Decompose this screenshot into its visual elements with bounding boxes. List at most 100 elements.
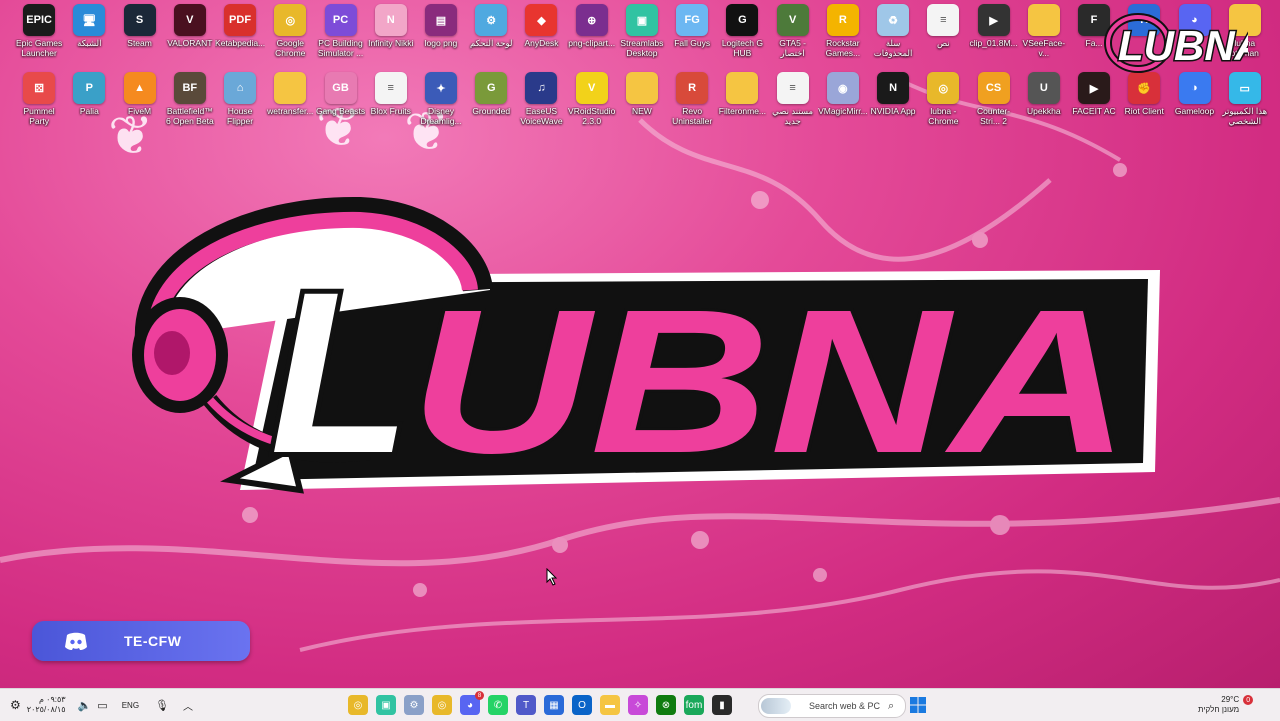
app-badge: 8 — [475, 691, 484, 700]
desktop-icon-label: Gang Beasts — [315, 107, 366, 116]
weather-widget[interactable]: 29°C מעונן חלקית 0 — [1198, 689, 1254, 721]
desktop-icon[interactable]: ◉ VMagicMirr... — [818, 72, 868, 127]
search-highlight-image — [761, 698, 791, 714]
desktop-icon[interactable]: ▣ Streamlabs Desktop — [617, 4, 667, 59]
desktop-icon[interactable]: GB Gang Beasts — [315, 72, 365, 127]
disney-icon: ✦ — [424, 72, 457, 104]
desktop-icon-label: الشبكة — [77, 39, 102, 48]
upekkha-icon: U — [1027, 72, 1060, 104]
chevron-up-icon[interactable]: ︿ — [183, 698, 193, 713]
desktop-icon[interactable]: ◑ Gameloop — [1169, 72, 1219, 127]
desktop-icon[interactable]: wetransfer... — [265, 72, 315, 127]
desktop-icon[interactable]: ✦ Disney Dreamlig... — [416, 72, 466, 127]
settings-icon[interactable]: ⚙ — [10, 698, 21, 712]
desktop-icon[interactable]: ♻ سلة المحذوفات — [868, 4, 918, 59]
desktop[interactable]: ❦ ❦ ❦ EPIC Epic Games Launcher 🖥 الشبكة S Ste… — [0, 0, 1280, 688]
desktop-icon[interactable]: ◎ lubna - Chrome — [918, 72, 968, 127]
corner-logo-text: LUBNA — [1118, 22, 1248, 69]
store-icon[interactable]: ▦ — [544, 695, 564, 715]
whatsapp-icon[interactable]: ✆ — [488, 695, 508, 715]
desktop-icon-label: VALORANT — [167, 39, 213, 48]
desktop-icon[interactable]: EPIC Epic Games Launcher — [14, 4, 64, 59]
pc-building-icon: PC — [324, 4, 357, 36]
desktop-icon[interactable]: ⚄ Pummel Party — [14, 72, 64, 127]
discord-widget[interactable]: TE-CFW — [32, 621, 250, 661]
desktop-icon[interactable]: ♫ EaseUS VoiceWave — [516, 72, 566, 127]
desktop-icon[interactable]: N Infinity Nikki — [366, 4, 416, 59]
desktop-icon[interactable]: G Logitech G HUB — [717, 4, 767, 59]
desktop-icon[interactable]: U Upekkha — [1019, 72, 1069, 127]
outlook-icon[interactable]: O — [572, 695, 592, 715]
desktop-icon-label: lubna - Chrome — [928, 107, 959, 126]
desktop-icon[interactable]: CS Counter-Stri... 2 — [968, 72, 1018, 127]
valorant-icon: V — [173, 4, 206, 36]
settings-icon[interactable]: ⚙ — [404, 695, 424, 715]
desktop-icon[interactable]: G Grounded — [466, 72, 516, 127]
desktop-icon[interactable]: 🖥 الشبكة — [64, 4, 114, 59]
start-button[interactable] — [910, 689, 926, 721]
desktop-icon[interactable]: BF Battlefield™ 6 Open Beta — [165, 72, 215, 127]
streamlabs-icon[interactable]: ▣ — [376, 695, 396, 715]
desktop-icon[interactable]: ▤ logo png — [416, 4, 466, 59]
desktop-icon[interactable]: ⚙ لوحة التحكم — [466, 4, 516, 59]
desktop-icon-label: wetransfer... — [267, 107, 314, 116]
chrome-icon[interactable]: ◎ — [432, 695, 452, 715]
grounded-icon: G — [475, 72, 508, 104]
desktop-icon[interactable]: V GTA5 - اختصار — [768, 4, 818, 59]
terminal-icon[interactable]: ▮ — [712, 695, 732, 715]
desktop-icon-label: Palia — [79, 107, 99, 116]
desktop-icon[interactable]: ◎ Google Chrome — [265, 4, 315, 59]
microphone-icon[interactable]: 🎙 — [155, 699, 169, 712]
desktop-icon[interactable]: P Palia — [64, 72, 114, 127]
desktop-icon[interactable]: ⌂ House Flipper — [215, 72, 265, 127]
desktop-icon[interactable]: ✊ Riot Client — [1119, 72, 1169, 127]
copilot-icon[interactable]: ✧ — [628, 695, 648, 715]
mouse-cursor — [546, 568, 558, 586]
desktop-icon[interactable]: V VRoidStudio 2.3.0 — [567, 72, 617, 127]
desktop-icon[interactable]: ▶ clip_01.8M... — [968, 4, 1018, 59]
file-explorer-icon[interactable]: ▬ — [600, 695, 620, 715]
desktop-icon[interactable]: ≡ نص — [918, 4, 968, 59]
desktop-icon[interactable]: ⊕ png-clipart... — [567, 4, 617, 59]
infinity-nikki-icon: N — [374, 4, 407, 36]
gang-beasts-icon: GB — [324, 72, 357, 104]
desktop-icon[interactable]: Filteronme... — [717, 72, 767, 127]
teams-icon[interactable]: T — [516, 695, 536, 715]
desktop-icon[interactable]: PDF Ketabpedia... — [215, 4, 265, 59]
desktop-icon-label: VMagicMirr... — [818, 107, 868, 116]
desktop-icon[interactable]: FG Fall Guys — [667, 4, 717, 59]
desktop-icon-label: Filteronme... — [718, 107, 767, 116]
desktop-icon[interactable]: ◆ AnyDesk — [516, 4, 566, 59]
desktop-icon-label: Revo Uninstaller — [672, 107, 713, 126]
desktop-icon[interactable]: ≡ مستند نصي جديد — [768, 72, 818, 127]
desktop-icon[interactable]: VSeeFace-v... — [1019, 4, 1069, 59]
desktop-icon[interactable]: S Steam — [114, 4, 164, 59]
desktop-icon[interactable]: ≡ Blox Fruits — [366, 72, 416, 127]
desktop-icon-label: Rockstar Games... — [825, 39, 861, 58]
discord-icon[interactable]: ◕ 8 — [460, 691, 484, 715]
desktop-icon[interactable]: R Rockstar Games... — [818, 4, 868, 59]
desktop-icon-label: Grounded — [472, 107, 511, 116]
desktop-icon[interactable]: NEW — [617, 72, 667, 127]
chrome-icon[interactable]: ◎ — [348, 695, 368, 715]
desktop-icon[interactable]: V VALORANT — [165, 4, 215, 59]
desktop-icon[interactable]: PC PC Building Simulator ... — [315, 4, 365, 59]
streamlabs-icon: ▣ — [625, 4, 658, 36]
language-indicator[interactable]: ENG — [122, 701, 139, 710]
desktop-icon-row-2: ⚄ Pummel Party P Palia ▲ FiveM BF Battlefield™ … — [14, 72, 1270, 127]
desktop-icon[interactable]: R Revo Uninstaller — [667, 72, 717, 127]
desktop-icon-label: Upekkha — [1027, 107, 1061, 116]
search-box[interactable]: Search web & PC ⌕ — [758, 694, 906, 718]
fom-icon[interactable]: fom — [684, 695, 704, 715]
xbox-icon[interactable]: ⊗ — [656, 695, 676, 715]
desktop-icon[interactable]: ▭ هذا الكمبيوتر الشخصي — [1220, 72, 1270, 127]
nvidia-icon: N — [877, 72, 910, 104]
volume-icon[interactable]: 🔈 — [78, 699, 92, 712]
desktop-icon[interactable]: ▶ FACEIT AC — [1069, 72, 1119, 127]
desktop-icon[interactable]: ▲ FiveM — [114, 72, 164, 127]
desktop-icon-label: png-clipart... — [568, 39, 616, 48]
clock-date[interactable]: ٢٠٢٥/٠٨/١٥ — [27, 705, 66, 715]
network-icon[interactable]: ▭ — [97, 699, 107, 712]
desktop-icon[interactable]: N NVIDIA App — [868, 72, 918, 127]
clock-time[interactable]: ٠٩:٥٣ م — [39, 695, 66, 705]
